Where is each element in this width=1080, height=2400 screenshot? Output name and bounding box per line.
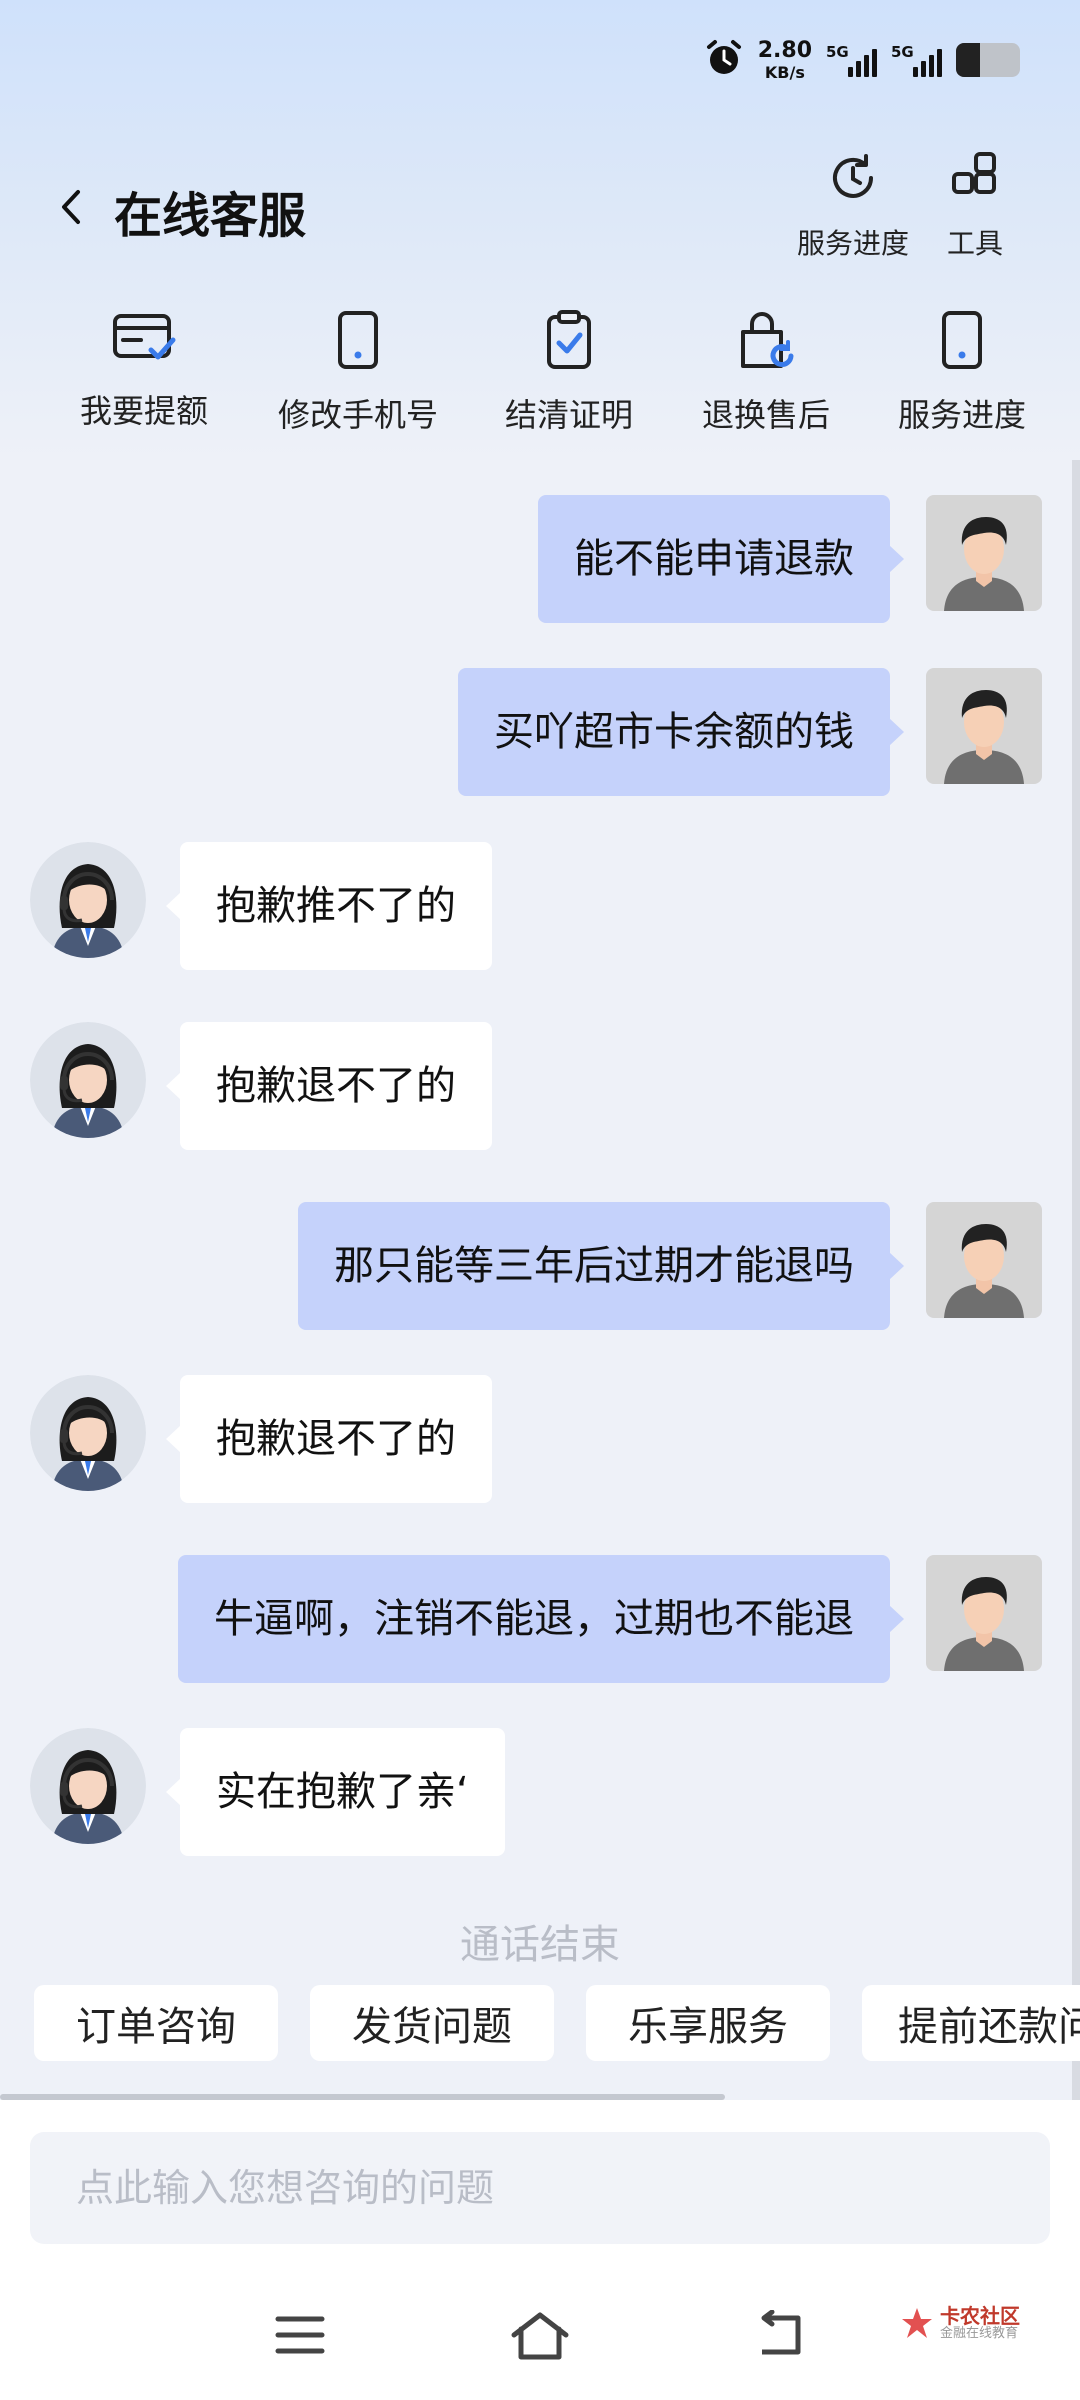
quick-action-label: 服务进度 bbox=[897, 396, 1026, 434]
quick-action-service-progress[interactable]: 服务进度 bbox=[862, 310, 1062, 436]
alarm-icon bbox=[704, 38, 744, 82]
agent-avatar[interactable] bbox=[30, 1375, 146, 1491]
user-avatar[interactable] bbox=[926, 1202, 1042, 1318]
tools-button[interactable]: 工具 bbox=[910, 150, 1040, 262]
watermark-title: 卡农社区 bbox=[940, 2304, 1020, 2328]
message-text: 抱歉退不了的 bbox=[216, 1416, 456, 1462]
home-icon[interactable] bbox=[500, 2300, 580, 2370]
network-speed-unit: KB/s bbox=[764, 62, 805, 82]
page-title: 在线客服 bbox=[114, 188, 307, 244]
agent-message-bubble[interactable]: 抱歉退不了的 bbox=[166, 1022, 492, 1150]
signal-icon-sim2: 5G bbox=[891, 43, 942, 77]
quick-actions: 我要提额 修改手机号 结清证明 退换售后 服务进度 bbox=[0, 310, 1080, 434]
user-message-bubble[interactable]: 买吖超市卡余额的钱 bbox=[458, 668, 904, 796]
user-message-bubble[interactable]: 牛逼啊，注销不能退，过期也不能退 bbox=[178, 1555, 904, 1683]
service-progress-button[interactable]: 服务进度 bbox=[788, 150, 918, 262]
phone-icon bbox=[330, 310, 386, 374]
quick-action-label: 修改手机号 bbox=[277, 396, 438, 434]
chips-scroll-indicator bbox=[0, 2094, 725, 2100]
network-speed-value: 2.80 bbox=[757, 37, 812, 63]
quick-action-returns[interactable]: 退换售后 bbox=[666, 310, 866, 436]
user-message-bubble[interactable]: 那只能等三年后过期才能退吗 bbox=[298, 1202, 904, 1330]
quick-action-change-phone[interactable]: 修改手机号 bbox=[258, 310, 458, 436]
quick-action-label: 退换售后 bbox=[701, 396, 830, 434]
chip-early-repayment[interactable]: 提前还款问 bbox=[862, 1985, 1080, 2061]
quick-action-raise-limit[interactable]: 我要提额 bbox=[44, 310, 244, 432]
header: 在线客服 服务进度 工具 bbox=[0, 150, 1080, 270]
agent-avatar[interactable] bbox=[30, 842, 146, 958]
chip-enjoy-service[interactable]: 乐享服务 bbox=[586, 1985, 830, 2061]
user-avatar[interactable] bbox=[926, 668, 1042, 784]
watermark-subtitle: 金融在线教育 bbox=[940, 2326, 1019, 2341]
quick-action-settlement-proof[interactable]: 结清证明 bbox=[469, 310, 669, 436]
sim2-label: 5G bbox=[891, 43, 914, 61]
message-text: 实在抱歉了亲‘ bbox=[216, 1769, 469, 1815]
quick-action-label: 我要提额 bbox=[79, 392, 208, 430]
clock-icon bbox=[825, 150, 881, 210]
signal-icon-sim1: 5G bbox=[826, 43, 877, 77]
user-avatar[interactable] bbox=[926, 1555, 1042, 1671]
agent-message-bubble[interactable]: 抱歉退不了的 bbox=[166, 1375, 492, 1503]
agent-message-bubble[interactable]: 实在抱歉了亲‘ bbox=[166, 1728, 505, 1856]
watermark-logo-icon bbox=[902, 2308, 932, 2339]
sim1-label: 5G bbox=[826, 43, 849, 61]
user-avatar[interactable] bbox=[926, 495, 1042, 611]
service-progress-label: 服务进度 bbox=[796, 227, 909, 260]
menu-icon[interactable] bbox=[260, 2300, 340, 2370]
agent-avatar[interactable] bbox=[30, 1022, 146, 1138]
suggestion-chips: 订单咨询 发货问题 乐享服务 提前还款问 bbox=[0, 1985, 1080, 2063]
message-text: 能不能申请退款 bbox=[574, 536, 854, 582]
message-text: 牛逼啊，注销不能退，过期也不能退 bbox=[214, 1596, 854, 1642]
tools-label: 工具 bbox=[946, 227, 1003, 260]
grid-icon bbox=[947, 150, 1003, 210]
card-icon bbox=[111, 310, 177, 370]
network-speed: 2.80 KB/s bbox=[757, 37, 812, 82]
chevron-left-icon[interactable] bbox=[50, 182, 90, 232]
agent-message-bubble[interactable]: 抱歉推不了的 bbox=[166, 842, 492, 970]
message-text: 那只能等三年后过期才能退吗 bbox=[334, 1243, 854, 1289]
back-icon[interactable] bbox=[740, 2300, 820, 2370]
chat-scrollbar[interactable] bbox=[1072, 460, 1080, 2100]
battery-icon bbox=[956, 43, 1020, 77]
quick-action-label: 结清证明 bbox=[504, 396, 633, 434]
watermark: 卡农社区 金融在线教育 bbox=[900, 2305, 1020, 2341]
message-text: 抱歉推不了的 bbox=[216, 883, 456, 929]
bag-refresh-icon bbox=[735, 310, 797, 374]
agent-avatar[interactable] bbox=[30, 1728, 146, 1844]
question-input[interactable] bbox=[30, 2132, 1050, 2244]
chip-shipping-issue[interactable]: 发货问题 bbox=[310, 1985, 554, 2061]
call-ended-notice: 通话结束 bbox=[460, 1922, 620, 1968]
phone-icon bbox=[934, 310, 990, 374]
message-text: 买吖超市卡余额的钱 bbox=[494, 709, 854, 755]
status-bar: 2.80 KB/s 5G 5G bbox=[704, 30, 1020, 90]
chip-order-inquiry[interactable]: 订单咨询 bbox=[34, 1985, 278, 2061]
clipboard-check-icon bbox=[541, 310, 597, 374]
user-message-bubble[interactable]: 能不能申请退款 bbox=[538, 495, 904, 623]
message-text: 抱歉退不了的 bbox=[216, 1063, 456, 1109]
